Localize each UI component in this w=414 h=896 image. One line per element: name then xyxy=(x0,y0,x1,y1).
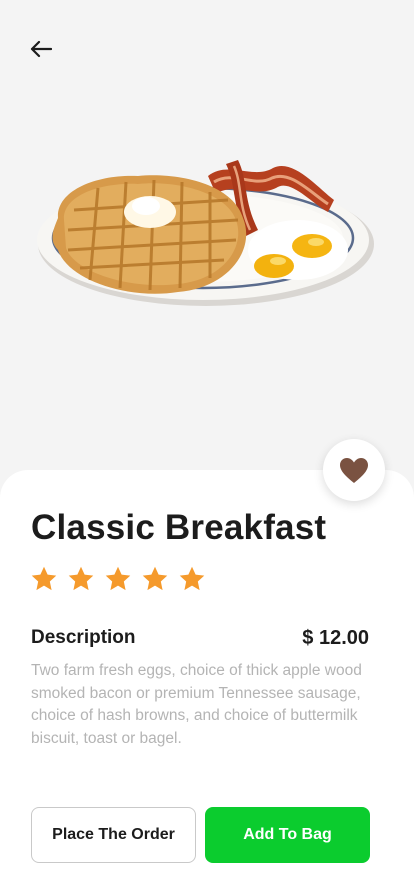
heart-icon xyxy=(340,457,368,483)
back-button[interactable] xyxy=(24,32,58,66)
star-icon xyxy=(142,566,168,591)
place-order-button[interactable]: Place The Order xyxy=(31,807,196,863)
favorite-button[interactable] xyxy=(323,439,385,501)
product-price: $ 12.00 xyxy=(302,627,369,649)
star-icon xyxy=(105,566,131,591)
food-image xyxy=(37,160,374,306)
add-to-bag-button[interactable]: Add To Bag xyxy=(205,807,370,863)
arrow-left-icon xyxy=(30,40,52,58)
hero-image-area xyxy=(0,0,414,480)
star-icon xyxy=(179,566,205,591)
description-label: Description xyxy=(31,627,136,648)
star-icon xyxy=(68,566,94,591)
product-title: Classic Breakfast xyxy=(31,508,327,547)
product-description: Two farm fresh eggs, choice of thick app… xyxy=(31,662,362,747)
rating-stars xyxy=(30,565,206,593)
star-icon xyxy=(31,566,57,591)
